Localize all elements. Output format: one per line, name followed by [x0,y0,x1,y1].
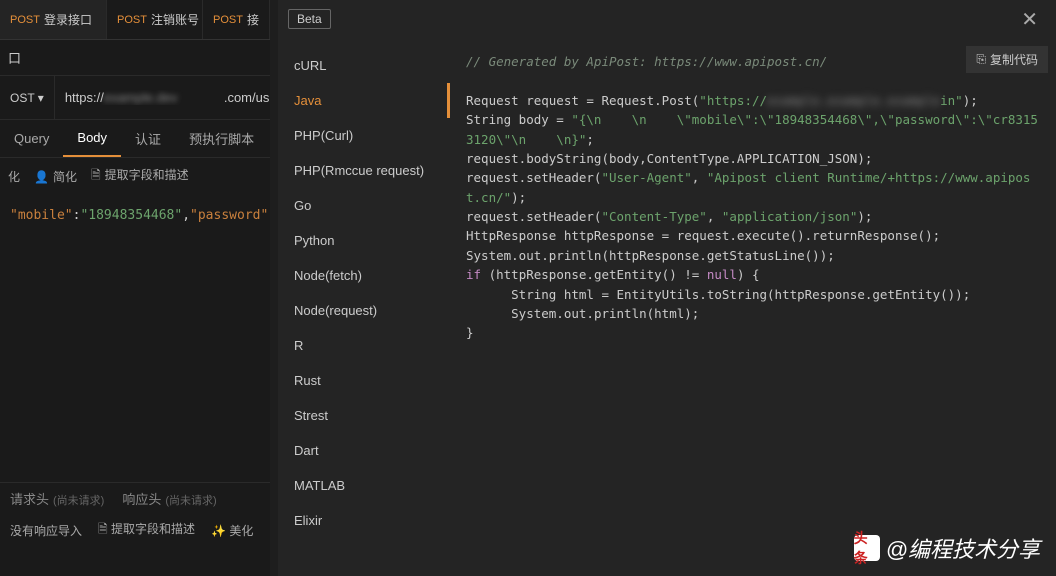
modal-body: cURL Java PHP(Curl) PHP(Rmccue request) … [278,38,1056,576]
method-badge: POST [213,14,243,26]
close-button[interactable]: ✕ [1013,3,1046,36]
lang-java[interactable]: Java [278,83,450,118]
lang-rust[interactable]: Rust [278,363,450,398]
tab-req-headers[interactable]: 请求头(尚未请求) [10,489,104,508]
lang-dart[interactable]: Dart [278,433,450,468]
url-blurred: example.dev [104,90,224,105]
code-generator-modal: Beta ✕ cURL Java PHP(Curl) PHP(Rmccue re… [278,0,1056,576]
code-content[interactable]: // Generated by ApiPost: https://www.api… [450,38,1056,357]
tab-label: 登录接口 [44,11,92,28]
tab-logout[interactable]: POST 注销账号 [107,0,203,39]
lang-go[interactable]: Go [278,188,450,223]
tab-body[interactable]: Body [63,120,121,157]
person-icon: 👤 [34,170,49,184]
lang-node-fetch[interactable]: Node(fetch) [278,258,450,293]
copy-icon: ⎘ [976,52,986,67]
lang-r[interactable]: R [278,328,450,363]
tab-res-headers[interactable]: 响应头(尚未请求) [122,489,216,508]
tab-login[interactable]: POST 登录接口 [0,0,107,39]
watermark-text: @编程技术分享 [886,532,1040,564]
tab-label: 接 [247,11,259,28]
toolbar-simplify[interactable]: 👤简化 [34,168,77,185]
lang-php-rmccue[interactable]: PHP(Rmccue request) [278,153,450,188]
code-panel: ⎘复制代码 // Generated by ApiPost: https://w… [450,38,1056,576]
modal-header: Beta ✕ [278,0,1056,38]
method-badge: POST [117,14,147,26]
tab-label: 注销账号 [151,11,199,28]
watermark-logo: 头条 [854,535,880,561]
beta-badge: Beta [288,9,331,29]
lang-strest[interactable]: Strest [278,398,450,433]
lang-php-curl[interactable]: PHP(Curl) [278,118,450,153]
lang-curl[interactable]: cURL [278,48,450,83]
method-select[interactable]: OST ▾ [0,76,55,119]
no-response-import[interactable]: 没有响应导入 [10,522,82,539]
toolbar-extract[interactable]: 🗎提取字段和描述 [91,166,189,187]
lang-matlab[interactable]: MATLAB [278,468,450,503]
copy-code-button[interactable]: ⎘复制代码 [966,46,1048,73]
url-row: OST ▾ https://example.dev.com/us [0,76,270,120]
sparkle-icon: ✨ [211,524,226,538]
tab-overflow[interactable]: POST 接 [203,0,270,39]
lang-python[interactable]: Python [278,223,450,258]
method-badge: POST [10,14,40,26]
request-subtabs: Query Body 认证 预执行脚本 [0,120,270,158]
request-tabs: POST 登录接口 POST 注销账号 POST 接 [0,0,270,40]
response-tabs: 请求头(尚未请求) 响应头(尚未请求) [0,482,270,514]
lang-node-request[interactable]: Node(request) [278,293,450,328]
lang-elixir[interactable]: Elixir [278,503,450,538]
tab-auth[interactable]: 认证 [121,120,175,157]
toolbar-format[interactable]: 化 [8,168,20,185]
close-icon: ✕ [1021,9,1038,31]
tab-query[interactable]: Query [0,120,63,157]
page-title-fragment: 口 [8,48,21,67]
body-toolbar: 化 👤简化 🗎提取字段和描述 [0,158,270,194]
title-row: 口 [0,40,270,76]
language-list: cURL Java PHP(Curl) PHP(Rmccue request) … [278,38,450,576]
response-toolbar: 没有响应导入 🗎 提取字段和描述 ✨ 美化 [0,514,270,546]
extract-fields[interactable]: 🗎 提取字段和描述 [98,520,195,541]
doc-icon: 🗎 [91,168,101,182]
beautify[interactable]: ✨ 美化 [211,522,253,539]
body-editor[interactable]: "mobile":"18948354468","password":"cr8 [0,194,270,237]
url-input[interactable]: https://example.dev.com/us [55,90,270,105]
tab-prescript[interactable]: 预执行脚本 [175,120,268,157]
watermark: 头条 @编程技术分享 [854,532,1040,564]
main-panel: POST 登录接口 POST 注销账号 POST 接 口 OST ▾ https… [0,0,270,576]
doc-icon: 🗎 [98,522,108,536]
